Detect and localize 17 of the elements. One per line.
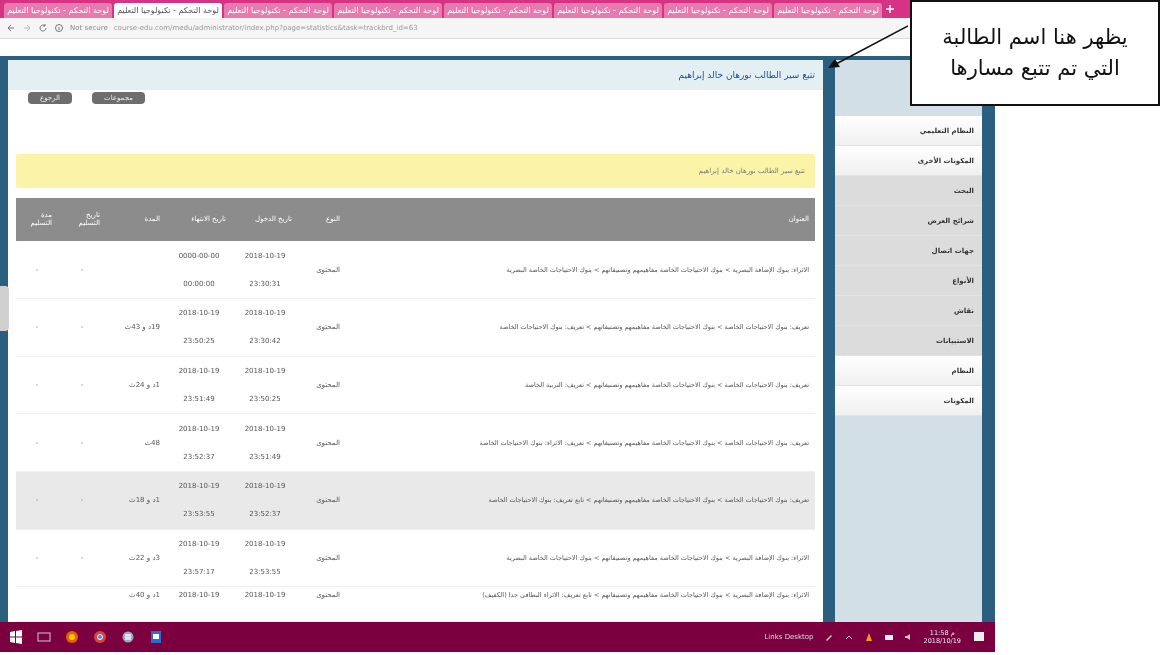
back-icon[interactable] <box>6 23 16 33</box>
browser-tab[interactable]: لوحة التحكم - تكنولوجيا التعليم <box>114 3 222 18</box>
callout-text: يظهر هنا اسم الطالبة <box>942 23 1128 51</box>
windows-icon[interactable] <box>8 629 24 645</box>
tray-app-icon[interactable] <box>863 632 874 642</box>
browser-icon[interactable] <box>92 629 108 645</box>
document-icon[interactable] <box>148 629 164 645</box>
app-icon[interactable] <box>120 629 136 645</box>
task-view-icon[interactable] <box>36 629 52 645</box>
reload-icon[interactable] <box>38 23 48 33</box>
side-handle[interactable] <box>0 286 9 331</box>
network-icon[interactable] <box>883 632 894 642</box>
browser-icon[interactable] <box>64 629 80 645</box>
new-tab-icon[interactable] <box>884 3 896 15</box>
page-title: تتبع سير الطالب نورهان خالد إبراهيم <box>8 60 823 90</box>
info-icon <box>54 23 64 33</box>
callout-text: التي تم تتبع مسارها <box>950 55 1120 82</box>
